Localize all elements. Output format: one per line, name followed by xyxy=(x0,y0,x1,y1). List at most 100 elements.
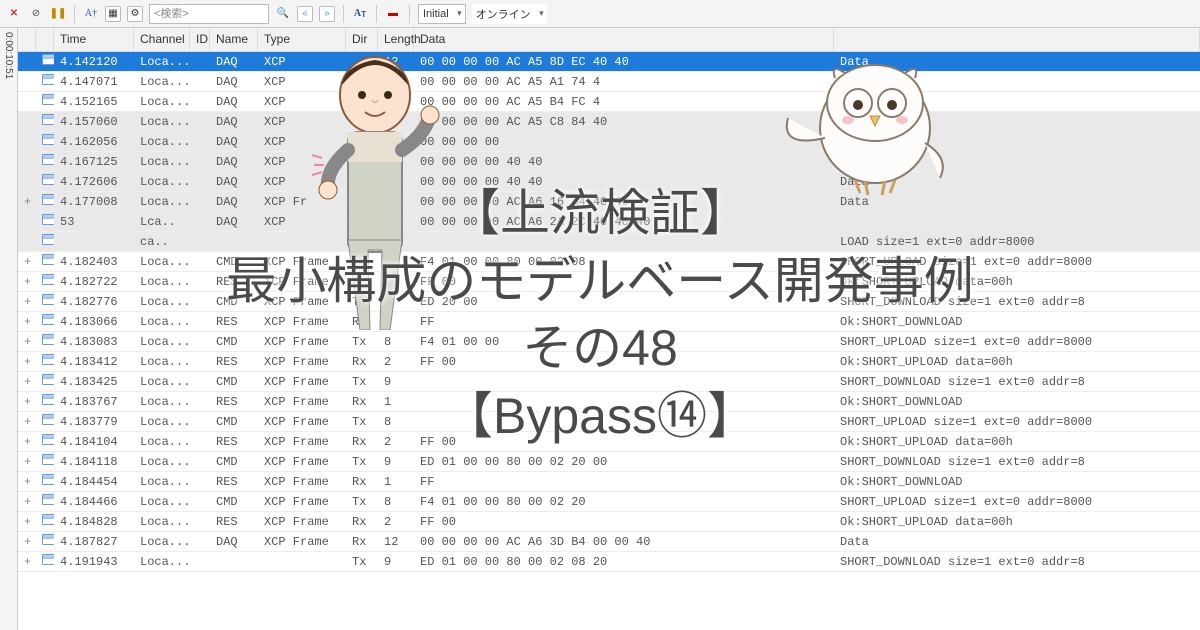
message-icon xyxy=(36,174,54,189)
cell-name: DAQ xyxy=(210,195,258,209)
cell-data: 00 00 00 00 40 40 xyxy=(414,175,834,189)
cell-type: XCP Frame xyxy=(258,395,346,409)
cell-channel: Loca... xyxy=(134,315,190,329)
style-icon[interactable]: AT xyxy=(352,6,368,22)
table-row[interactable]: +4.183066Loca...RESXCP FrameRx1FFOk:SHOR… xyxy=(18,312,1200,332)
cell-type: XCP Frame xyxy=(258,255,346,269)
expand-icon[interactable]: + xyxy=(18,515,36,529)
highlight-icon[interactable]: ▬ xyxy=(385,6,401,22)
clear-icon[interactable]: ⊘ xyxy=(28,6,44,22)
table-row[interactable]: 4.147071Loca...DAQXCP1200 00 00 00 AC A5… xyxy=(18,72,1200,92)
expand-icon[interactable]: + xyxy=(18,535,36,549)
table-row[interactable]: 53Lca..DAQXCP1200 00 00 00 AC A6 2A 2C 4… xyxy=(18,212,1200,232)
close-icon[interactable]: ✕ xyxy=(6,6,22,22)
table-row[interactable]: +4.191943Loca...Tx9ED 01 00 00 80 00 02 … xyxy=(18,552,1200,572)
expand-icon[interactable]: + xyxy=(18,395,36,409)
table-row[interactable]: +4.182776Loca...CMDXCP FrameTx9ED 20 00S… xyxy=(18,292,1200,312)
cell-name: DAQ xyxy=(210,535,258,549)
table-row[interactable]: +4.182403Loca...CMDXCP FrameTx8F4 01 00 … xyxy=(18,252,1200,272)
col-time[interactable]: Time xyxy=(54,28,134,51)
col-channel[interactable]: Channel xyxy=(134,28,190,51)
config-icon[interactable]: ⚙ xyxy=(127,6,143,22)
initial-combo[interactable]: Initial xyxy=(418,4,466,24)
table-row[interactable]: +4.187827Loca...DAQXCP FrameRx1200 00 00… xyxy=(18,532,1200,552)
cell-time: 4.142120 xyxy=(54,55,134,69)
table-row[interactable]: 4.162056Loca...DAQXCP1200 00 00 00Data xyxy=(18,132,1200,152)
message-icon xyxy=(36,534,54,549)
pause-icon[interactable]: ❚❚ xyxy=(50,6,66,22)
time-mode-icon[interactable]: A† xyxy=(83,6,99,22)
online-combo[interactable]: オンライン xyxy=(472,4,547,24)
message-icon xyxy=(36,194,54,209)
expand-icon[interactable]: + xyxy=(18,555,36,569)
cell-channel: Loca... xyxy=(134,255,190,269)
expand-icon[interactable]: + xyxy=(18,495,36,509)
search-input[interactable]: <検索> xyxy=(149,4,269,24)
col-length[interactable]: Length xyxy=(378,28,414,51)
expand-icon[interactable]: + xyxy=(18,315,36,329)
search-go-icon[interactable]: 🔍 xyxy=(275,6,291,22)
cell-time: 4.182403 xyxy=(54,255,134,269)
message-icon xyxy=(36,274,54,289)
expand-icon[interactable]: + xyxy=(18,255,36,269)
cell-channel: Loca... xyxy=(134,175,190,189)
table-row[interactable]: 4.157060Loca...DAQXCP1200 00 00 00 AC A5… xyxy=(18,112,1200,132)
expand-icon[interactable]: + xyxy=(18,275,36,289)
expand-icon[interactable]: + xyxy=(18,475,36,489)
cell-channel: Loca... xyxy=(134,75,190,89)
table-row[interactable]: 4.167125Loca...DAQXCP1200 00 00 00 40 40… xyxy=(18,152,1200,172)
table-row[interactable]: +4.184118Loca...CMDXCP FrameTx9ED 01 00 … xyxy=(18,452,1200,472)
filter-icon[interactable]: ▦ xyxy=(105,6,121,22)
message-icon xyxy=(36,214,54,229)
cell-data: F4 01 00 00 xyxy=(414,335,834,349)
table-row[interactable]: 4.152165Loca...DAQXCP1200 00 00 00 AC A5… xyxy=(18,92,1200,112)
cell-data: 00 00 00 00 xyxy=(414,135,834,149)
expand-icon[interactable]: + xyxy=(18,195,36,209)
cell-time: 4.172606 xyxy=(54,175,134,189)
message-icon xyxy=(36,454,54,469)
expand-icon[interactable]: + xyxy=(18,435,36,449)
cell-len: 12 xyxy=(378,75,414,89)
cell-data: 00 00 00 00 AC A5 8D EC 40 40 xyxy=(414,55,834,69)
cell-dir: Tx xyxy=(346,495,378,509)
message-icon xyxy=(36,374,54,389)
cell-time: 4.184466 xyxy=(54,495,134,509)
table-row[interactable]: +4.183767Loca...RESXCP FrameRx1Ok:SHORT_… xyxy=(18,392,1200,412)
table-row[interactable]: +4.184104Loca...RESXCP FrameRx2FF 00Ok:S… xyxy=(18,432,1200,452)
cell-channel: Loca... xyxy=(134,355,190,369)
cell-desc: Ok:SHORT_UPLOAD data=00h xyxy=(834,275,1200,289)
table-row[interactable]: +4.183412Loca...RESXCP FrameRx2FF 00Ok:S… xyxy=(18,352,1200,372)
cell-dir: Rx xyxy=(346,275,378,289)
table-row[interactable]: 4.172606Loca...DAQXCP1200 00 00 00 40 40… xyxy=(18,172,1200,192)
separator xyxy=(409,5,410,23)
expand-icon[interactable]: + xyxy=(18,375,36,389)
expand-icon[interactable]: + xyxy=(18,455,36,469)
find-prev-icon[interactable]: « xyxy=(297,6,313,22)
col-data[interactable]: Data xyxy=(414,28,834,51)
expand-icon[interactable]: + xyxy=(18,355,36,369)
table-row[interactable]: +4.183083Loca...CMDXCP FrameTx8F4 01 00 … xyxy=(18,332,1200,352)
col-dir[interactable]: Dir xyxy=(346,28,378,51)
table-row[interactable]: 4.142120Loca...DAQXCP1200 00 00 00 AC A5… xyxy=(18,52,1200,72)
table-row[interactable]: +4.177008Loca...DAQXCP FrTx1200 00 00 00… xyxy=(18,192,1200,212)
table-row[interactable]: ca..LOAD size=1 ext=0 addr=8000 xyxy=(18,232,1200,252)
expand-icon[interactable]: + xyxy=(18,295,36,309)
table-row[interactable]: +4.184466Loca...CMDXCP FrameTx8F4 01 00 … xyxy=(18,492,1200,512)
table-row[interactable]: +4.183425Loca...CMDXCP FrameTx9SHORT_DOW… xyxy=(18,372,1200,392)
expand-icon[interactable]: + xyxy=(18,415,36,429)
col-id[interactable]: ID xyxy=(190,28,210,51)
expand-icon[interactable]: + xyxy=(18,335,36,349)
table-row[interactable]: +4.183779Loca...CMDXCP FrameTx8SHORT_UPL… xyxy=(18,412,1200,432)
col-type[interactable]: Type xyxy=(258,28,346,51)
message-icon xyxy=(36,554,54,569)
cell-name: DAQ xyxy=(210,55,258,69)
cell-len: 8 xyxy=(378,335,414,349)
cell-time: 4.183083 xyxy=(54,335,134,349)
cell-data: F4 01 00 00 80 00 02 20 xyxy=(414,495,834,509)
find-next-icon[interactable]: » xyxy=(319,6,335,22)
cell-channel: Loca... xyxy=(134,455,190,469)
table-row[interactable]: +4.182722Loca...RESXCP FrameRx2FF 00Ok:S… xyxy=(18,272,1200,292)
table-row[interactable]: +4.184454Loca...RESXCP FrameRx1FFOk:SHOR… xyxy=(18,472,1200,492)
table-row[interactable]: +4.184828Loca...RESXCP FrameRx2FF 00Ok:S… xyxy=(18,512,1200,532)
col-name[interactable]: Name xyxy=(210,28,258,51)
